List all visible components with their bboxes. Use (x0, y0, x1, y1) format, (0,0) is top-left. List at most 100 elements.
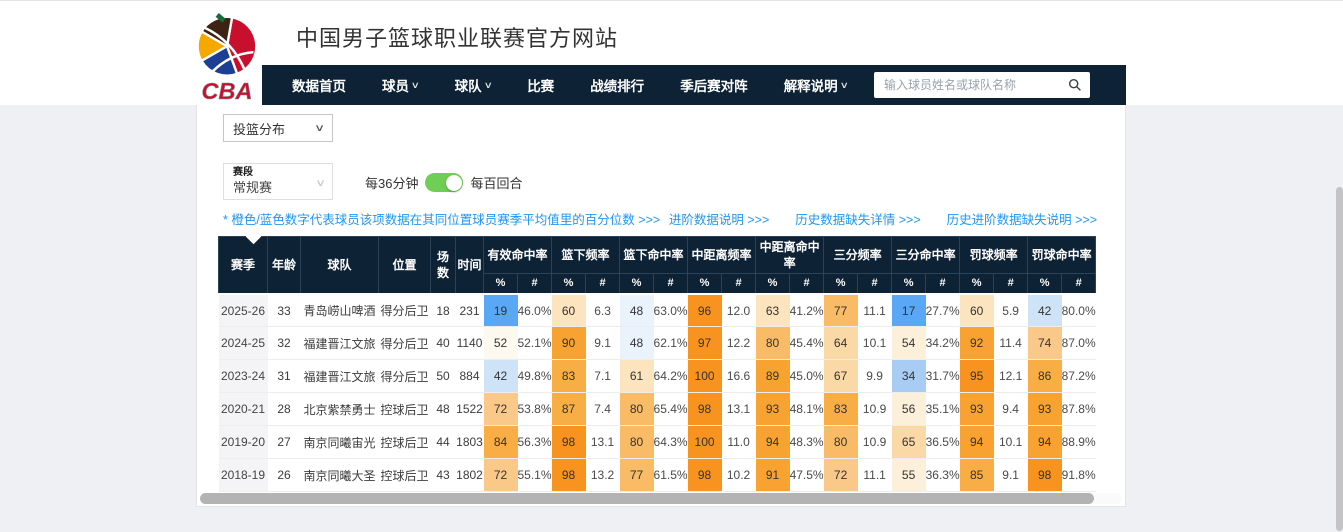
stat-subheader[interactable]: # (722, 274, 756, 294)
stat-value-cell: 12.0 (722, 294, 756, 327)
help-link[interactable]: 进阶数据说明 >>> (669, 209, 769, 228)
season-cell: 2020-21 (219, 393, 268, 426)
nav-item[interactable]: 战绩排行 (590, 75, 644, 95)
vertical-scrollbar-thumb[interactable] (1336, 187, 1343, 531)
stat-group-header[interactable]: 三分命中率 (892, 237, 960, 274)
season-cell: 2019-20 (219, 426, 268, 459)
stat-subheader[interactable]: # (858, 274, 892, 294)
stat-value-cell: 48.1% (790, 393, 824, 426)
team-cell: 福建晋江文旅 (301, 327, 379, 360)
stat-percentile-cell: 42 (484, 360, 518, 393)
horizontal-scrollbar-thumb[interactable] (200, 493, 1094, 504)
nav-item[interactable]: 季后赛对阵 (680, 75, 748, 95)
stat-percentile-cell: 89 (756, 360, 790, 393)
column-header[interactable]: 时间 (456, 237, 484, 294)
help-link[interactable]: 历史数据缺失详情 >>> (795, 209, 920, 228)
stat-subheader[interactable]: % (892, 274, 926, 294)
stat-subheader[interactable]: # (586, 274, 620, 294)
chevron-down-icon: ∨ (411, 80, 420, 91)
stat-value-cell: 9.4 (994, 393, 1028, 426)
stats-table-wrap: 赛季年龄球队位置场数时间有效命中率篮下频率篮下命中率中距离频率中距离命中率三分频… (218, 236, 1096, 492)
stat-value-cell: 10.1 (994, 426, 1028, 459)
stat-value-cell: 48.3% (790, 426, 824, 459)
stat-value-cell: 9.1 (586, 327, 620, 360)
table-row: 2019-2027南京同曦宙光控球后卫4418038456.3%9813.180… (219, 426, 1096, 459)
stat-value-cell: 36.3% (926, 459, 960, 492)
stat-group-header[interactable]: 中距离频率 (688, 237, 756, 274)
nav-item[interactable]: 比赛 (527, 75, 554, 95)
stat-percentile-cell: 98 (552, 426, 586, 459)
nav-item[interactable]: 数据首页 (292, 75, 346, 95)
stat-group-header[interactable]: 中距离命中率 (756, 237, 824, 274)
stat-group-header[interactable]: 篮下命中率 (620, 237, 688, 274)
stat-subheader[interactable]: % (552, 274, 586, 294)
stat-subheader[interactable]: # (790, 274, 824, 294)
help-links: 进阶数据说明 >>> 历史数据缺失详情 >>> 历史进阶数据缺失说明 >>> (669, 209, 1097, 228)
percentile-note-link[interactable]: * 橙色/蓝色数字代表球员该项数据在其同位置球员赛季平均值里的百分位数 >>> (223, 209, 660, 228)
stat-subheader[interactable]: % (960, 274, 994, 294)
nav-item[interactable]: 球员∨ (382, 75, 419, 95)
horizontal-scrollbar[interactable] (200, 493, 1122, 504)
stat-subheader[interactable]: # (654, 274, 688, 294)
nav-item[interactable]: 解释说明∨ (784, 75, 848, 95)
stat-percentile-cell: 98 (552, 459, 586, 492)
stat-group-header[interactable]: 罚球频率 (960, 237, 1028, 274)
column-header[interactable]: 球队 (301, 237, 379, 294)
stat-value-cell: 11.0 (722, 426, 756, 459)
stat-percentile-cell: 77 (824, 294, 858, 327)
stat-subheader[interactable]: % (620, 274, 654, 294)
stat-value-cell: 41.2% (790, 294, 824, 327)
stat-value-cell: 49.8% (518, 360, 552, 393)
stage-select-label: 赛段 (233, 167, 323, 180)
stat-group-header[interactable]: 有效命中率 (484, 237, 552, 274)
rate-mode-switch[interactable] (425, 173, 463, 192)
stat-percentile-cell: 98 (688, 459, 722, 492)
column-header[interactable]: 场数 (431, 237, 456, 294)
games-cell: 18 (431, 294, 456, 327)
nav-item[interactable]: 球队∨ (455, 75, 492, 95)
stat-group-header[interactable]: 三分频率 (824, 237, 892, 274)
stat-subheader[interactable]: # (1062, 274, 1096, 294)
stat-subheader[interactable]: % (824, 274, 858, 294)
stat-percentile-cell: 17 (892, 294, 926, 327)
svg-text:CBA: CBA (202, 78, 253, 103)
stat-percentile-cell: 65 (892, 426, 926, 459)
stat-subheader[interactable]: # (994, 274, 1028, 294)
stat-subheader[interactable]: % (1028, 274, 1062, 294)
stat-value-cell: 10.9 (858, 393, 892, 426)
stat-percentile-cell: 83 (824, 393, 858, 426)
stat-percentile-cell: 55 (892, 459, 926, 492)
games-cell: 48 (431, 393, 456, 426)
stat-percentile-cell: 60 (960, 294, 994, 327)
stage-select[interactable]: 赛段 常规赛 ∨ (223, 163, 333, 200)
team-cell: 北京紫禁勇士 (301, 393, 379, 426)
position-cell: 得分后卫 (379, 327, 431, 360)
stat-subheader[interactable]: % (688, 274, 722, 294)
cba-logo[interactable]: CBA (192, 9, 262, 103)
stat-percentile-cell: 72 (484, 393, 518, 426)
switch-knob (446, 175, 462, 191)
column-header[interactable]: 年龄 (268, 237, 301, 294)
stat-value-cell: 45.4% (790, 327, 824, 360)
minutes-cell: 231 (456, 294, 484, 327)
stat-group-header[interactable]: 罚球命中率 (1028, 237, 1096, 274)
stat-value-cell: 56.3% (518, 426, 552, 459)
column-header[interactable]: 赛季 (219, 237, 268, 294)
stat-subheader[interactable]: # (926, 274, 960, 294)
stat-group-header[interactable]: 篮下频率 (552, 237, 620, 274)
search-input[interactable] (884, 78, 1068, 92)
rate-mode-toggle-row: 每36分钟 每百回合 (365, 173, 522, 192)
stat-subheader[interactable]: % (484, 274, 518, 294)
help-link[interactable]: 历史进阶数据缺失说明 >>> (947, 209, 1097, 228)
column-header[interactable]: 位置 (379, 237, 431, 294)
stat-value-cell: 11.1 (858, 294, 892, 327)
team-cell: 青岛崂山啤酒 (301, 294, 379, 327)
stat-subheader[interactable]: # (518, 274, 552, 294)
vertical-scrollbar[interactable] (1336, 1, 1343, 532)
stat-category-select[interactable]: 投篮分布 ∨ (223, 114, 333, 142)
stat-percentile-cell: 100 (688, 426, 722, 459)
stat-subheader[interactable]: % (756, 274, 790, 294)
page-header: CBA 中国男子篮球职业联赛官方网站 数据首页球员∨球队∨比赛战绩排行季后赛对阵… (0, 1, 1343, 105)
search-icon[interactable] (1068, 78, 1082, 92)
games-cell: 44 (431, 426, 456, 459)
